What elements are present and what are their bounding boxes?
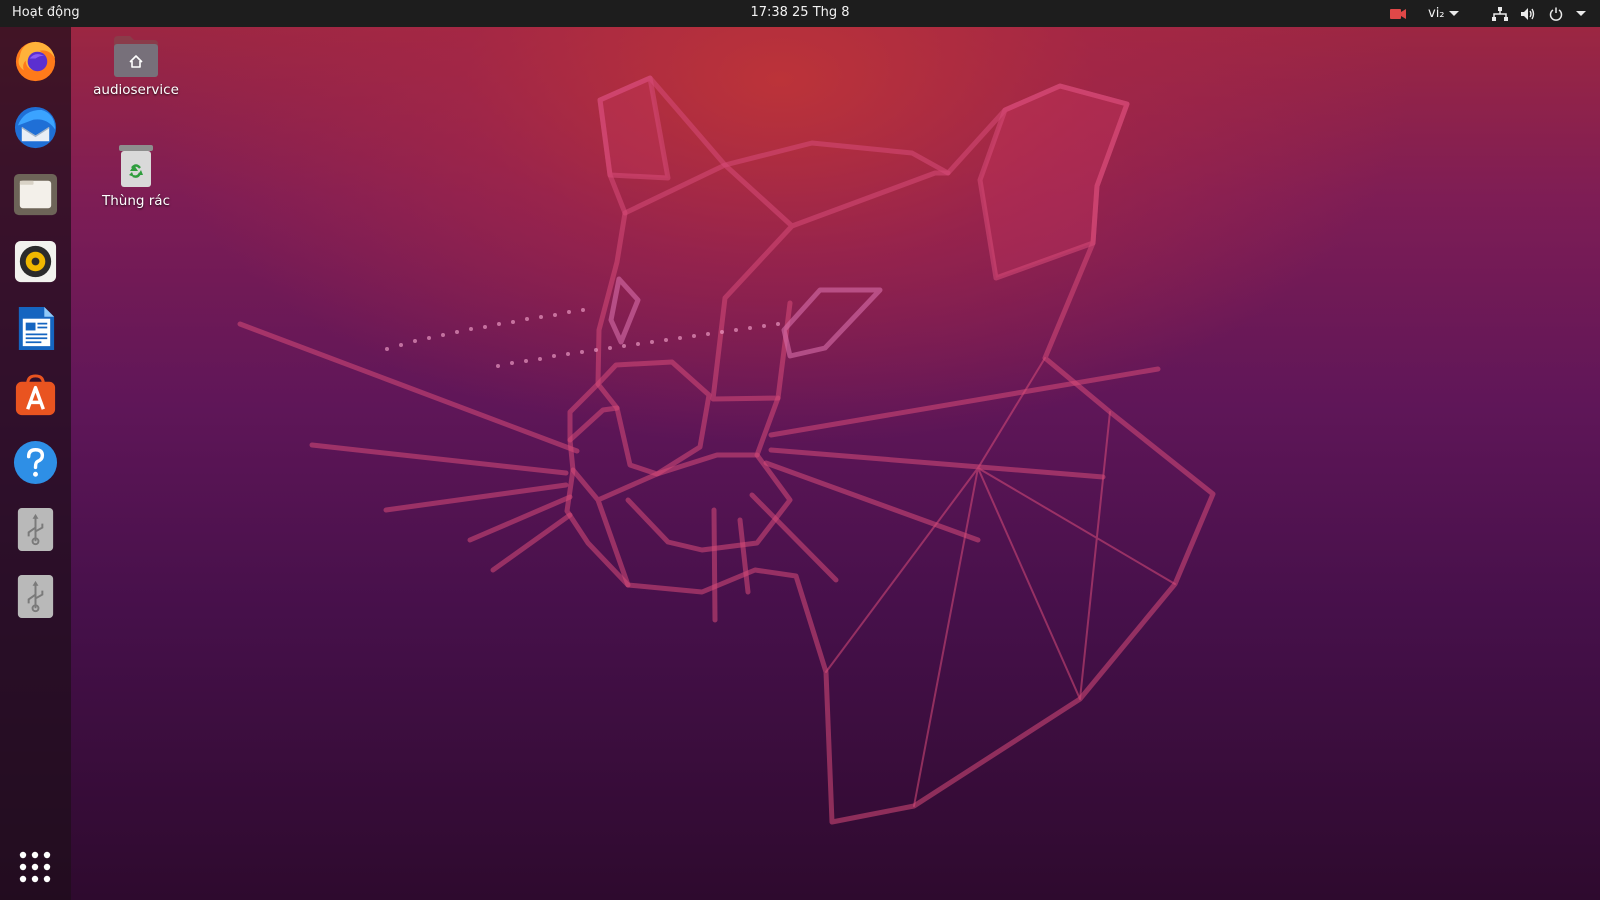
trash-icon [119, 145, 153, 187]
desktop-icon-label: Thùng rác [101, 193, 171, 209]
dock-item-files[interactable] [12, 171, 59, 218]
input-method-indicator[interactable]: vi₂ [1428, 0, 1459, 27]
dock-item-firefox[interactable] [12, 37, 59, 84]
wallpaper-focal-fossa-art [237, 75, 1216, 825]
desktop-icon-trash[interactable]: Thùng rác [81, 143, 191, 209]
desktop-icon-home-folder[interactable]: audioservice [81, 34, 191, 98]
network-icon[interactable] [1492, 0, 1508, 27]
firefox-icon [15, 41, 56, 82]
dock-item-usb-drive[interactable] [12, 506, 59, 553]
libreoffice-writer-icon [18, 306, 55, 351]
dock-item-ubuntu-software[interactable] [12, 372, 59, 419]
activities-button[interactable]: Hoạt động [12, 5, 80, 20]
dock [0, 27, 71, 900]
chevron-down-icon [1448, 11, 1459, 16]
home-folder-icon [114, 36, 158, 77]
usb-drive-icon [17, 574, 54, 619]
dock-item-thunderbird[interactable] [12, 104, 59, 151]
clock-date-menu[interactable]: 17:38 25 Thg 8 [750, 5, 849, 20]
dock-item-usb-drive[interactable] [12, 573, 59, 620]
help-icon [13, 440, 58, 485]
volume-icon[interactable] [1520, 0, 1536, 27]
usb-drive-icon [17, 507, 54, 552]
files-icon [13, 173, 58, 216]
dock-item-help[interactable] [12, 439, 59, 486]
thunderbird-icon [14, 106, 57, 149]
show-applications-grid-icon [19, 851, 51, 883]
show-applications-button[interactable] [17, 849, 53, 885]
top-bar: Hoạt động 17:38 25 Thg 8 vi₂ [0, 0, 1600, 27]
dock-item-libreoffice-writer[interactable] [12, 305, 59, 352]
screen-record-icon[interactable] [1390, 0, 1406, 27]
input-method-label: vi₂ [1428, 6, 1445, 21]
power-icon[interactable] [1548, 0, 1586, 27]
dock-item-rhythmbox[interactable] [12, 238, 59, 285]
rhythmbox-icon [14, 240, 57, 283]
desktop-icon-label: audioservice [93, 82, 179, 98]
ubuntu-software-icon [15, 374, 56, 416]
chevron-down-icon [1576, 11, 1586, 16]
